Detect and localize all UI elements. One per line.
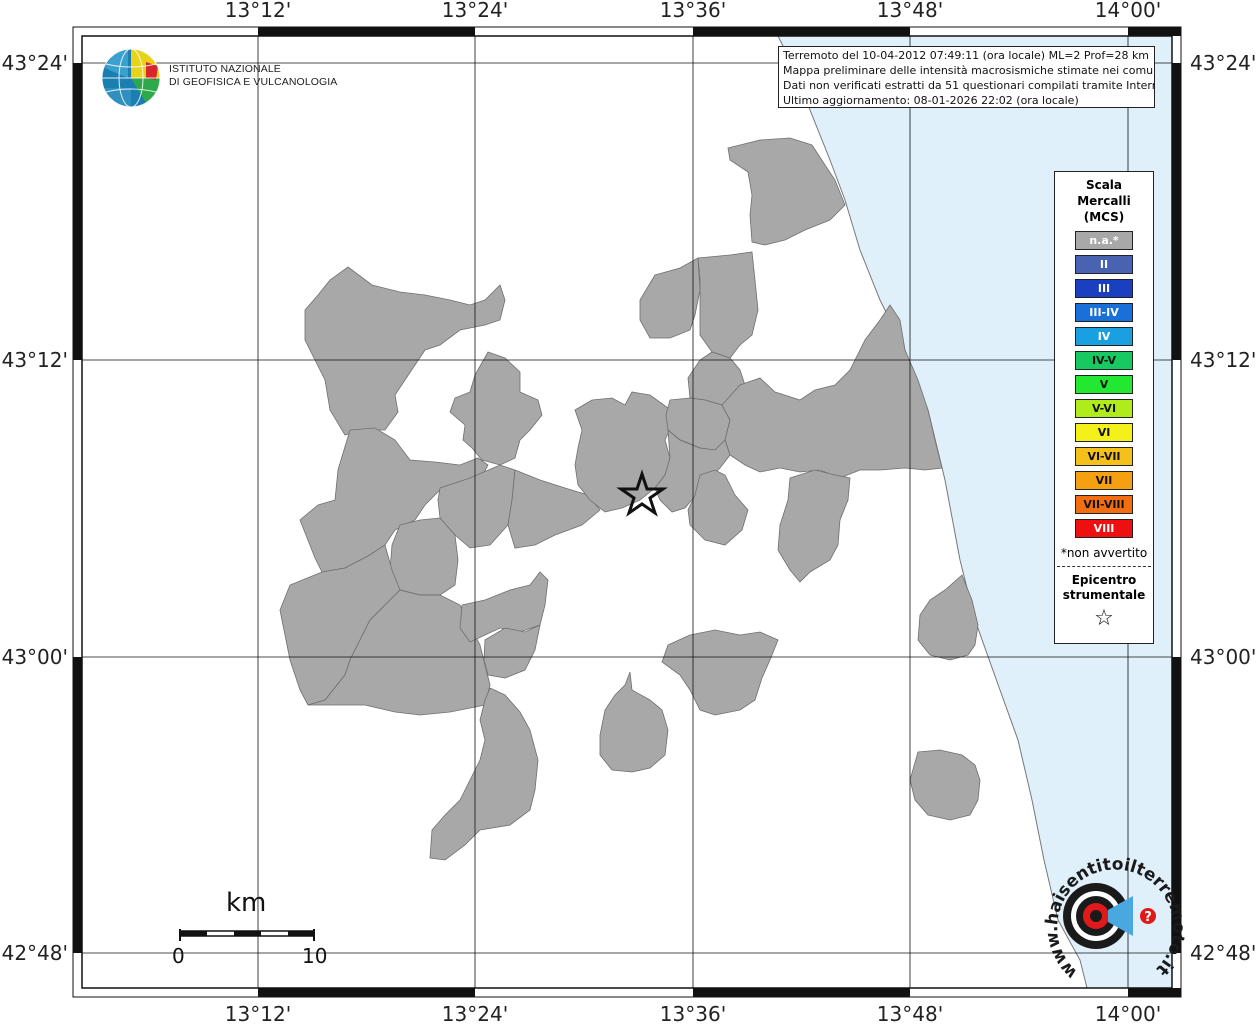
legend-title: Scala Mercalli (MCS) [1055, 177, 1153, 225]
municipality-shape [909, 749, 981, 821]
municipality-shape [661, 629, 779, 716]
info-line-2: Mappa preliminare delle intensità macros… [783, 64, 1155, 77]
legend-swatch-vi: VI [1075, 423, 1133, 442]
legend-swatch-iii-iv: III-IV [1075, 303, 1133, 322]
left-tick-label: 43°24' [2, 51, 68, 75]
left-tick-label: 43°12' [2, 348, 68, 372]
legend-swatch-vii: VII [1075, 471, 1133, 490]
bottom-tick-labels: 13°12' 13°24' 13°36' 13°48' 14°00' [225, 1002, 1161, 1024]
top-tick-label: 13°48' [877, 0, 943, 22]
municipality-shape [429, 687, 539, 861]
logo-line-1: ISTITUTO NAZIONALE [169, 63, 281, 75]
bottom-tick-label: 14°00' [1095, 1002, 1161, 1024]
legend-swatch-viii: VIII [1075, 519, 1133, 538]
logo-line-2: DI GEOFISICA E VULCANOLOGIA [169, 76, 338, 88]
right-tick-labels: 43°24' 43°12' 43°00' 42°48' [1190, 51, 1256, 965]
municipality-shape [389, 517, 459, 596]
info-line-1: Terremoto del 10-04-2012 07:49:11 (ora l… [783, 49, 1150, 62]
legend-title-3: (MCS) [1083, 210, 1125, 224]
legend-swatch-v-vi: V-VI [1075, 399, 1133, 418]
legend-epicenter-label: Epicentro strumentale [1055, 573, 1153, 603]
bottom-tick-label: 13°12' [225, 1002, 291, 1024]
municipality-shape [483, 624, 541, 679]
legend-title-1: Scala [1085, 178, 1123, 192]
legend-swatch-na: n.a.* [1075, 231, 1133, 250]
bottom-tick-label: 13°48' [877, 1002, 943, 1024]
legend-swatch-v: V [1075, 375, 1133, 394]
legend-swatch-iv: IV [1075, 327, 1133, 346]
legend-swatch-iii: III [1075, 279, 1133, 298]
top-tick-labels: 13°12' 13°24' 13°36' 13°48' 14°00' [225, 0, 1161, 22]
right-tick-label: 43°12' [1190, 348, 1256, 372]
left-tick-labels: 43°24' 43°12' 43°00' 42°48' [2, 51, 68, 965]
ingv-logo-icon [101, 48, 161, 108]
legend-swatch-vii-viii: VII-VIII [1075, 495, 1133, 514]
municipality-shape [599, 671, 669, 773]
info-line-3: Dati non verificati estratti da 51 quest… [783, 79, 1155, 92]
legend-divider [1057, 566, 1151, 567]
bottom-tick-label: 13°24' [442, 1002, 508, 1024]
top-tick-label: 13°36' [660, 0, 726, 22]
top-tick-label: 13°24' [442, 0, 508, 22]
bottom-tick-label: 13°36' [660, 1002, 726, 1024]
legend-epi-2: strumentale [1062, 588, 1146, 602]
legend-swatch-vi-vii: VI-VII [1075, 447, 1133, 466]
top-tick-label: 14°00' [1095, 0, 1161, 22]
left-tick-label: 43°00' [2, 645, 68, 669]
right-tick-label: 43°00' [1190, 645, 1256, 669]
scale-title: km [226, 888, 267, 918]
top-tick-label: 13°12' [225, 0, 291, 22]
scale-max-label: 10 [302, 944, 328, 968]
right-tick-label: 42°48' [1190, 941, 1256, 965]
legend-title-2: Mercalli [1077, 194, 1131, 208]
municipality-shape [449, 351, 543, 466]
badge-question-mark: ? [1144, 910, 1152, 925]
legend-epi-1: Epicentro [1071, 573, 1137, 587]
intensity-legend: Scala Mercalli (MCS) n.a.* II III III-IV… [1054, 171, 1154, 644]
legend-swatch-iv-v: IV-V [1075, 351, 1133, 370]
info-box: Terremoto del 10-04-2012 07:49:11 (ora l… [778, 46, 1155, 108]
ingv-logo-text: ISTITUTO NAZIONALE DI GEOFISICA E VULCAN… [169, 63, 337, 89]
legend-swatches: n.a.* II III III-IV IV IV-V V V-VI VI VI… [1055, 231, 1153, 538]
municipality-shape [639, 257, 701, 339]
legend-note: *non avvertito [1060, 546, 1148, 560]
scale-min-label: 0 [172, 944, 185, 968]
info-line-4: Ultimo aggiornamento: 08-01-2026 22:02 (… [783, 94, 1079, 107]
municipality-shape [777, 469, 851, 583]
legend-swatch-ii: II [1075, 255, 1133, 274]
legend-star-icon: ☆ [1094, 606, 1114, 631]
municipality-shape [697, 251, 759, 359]
scale-bar [179, 929, 315, 941]
left-tick-label: 42°48' [2, 941, 68, 965]
right-tick-label: 43°24' [1190, 51, 1256, 75]
